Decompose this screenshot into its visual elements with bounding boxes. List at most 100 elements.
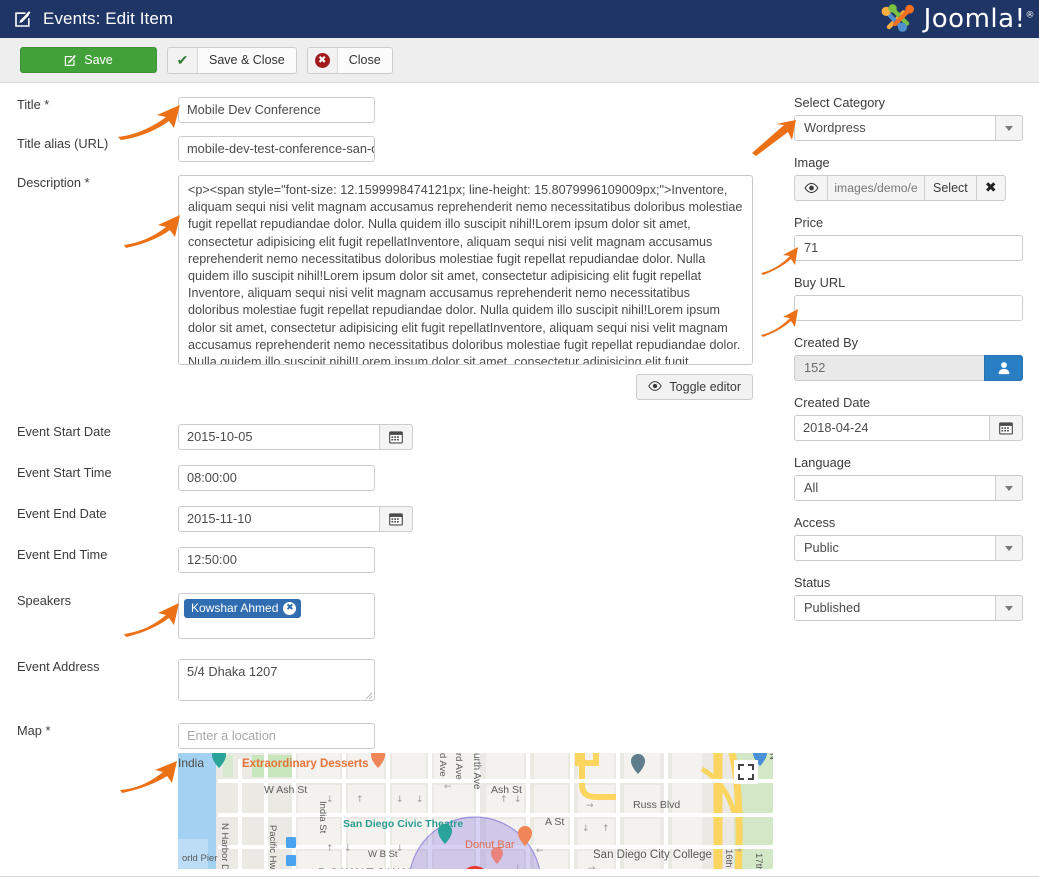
event-start-date-calendar-icon[interactable] <box>379 424 413 450</box>
language-select[interactable]: All <box>794 475 1023 501</box>
access-select[interactable]: Public <box>794 535 1023 561</box>
event-start-date-field[interactable]: 2015-10-05 <box>178 424 379 450</box>
svg-text:Donut Bar: Donut Bar <box>465 839 515 851</box>
svg-text:Pacific Hwy: Pacific Hwy <box>267 825 278 874</box>
created-date-calendar-icon[interactable] <box>989 415 1023 441</box>
save-button-label: Save <box>84 53 113 67</box>
field-row-event-end-time: Event End Time 12:50:00 <box>0 547 786 573</box>
close-button[interactable]: ✖ Close <box>306 46 393 74</box>
field-row-event-start-date: Event Start Date 2015-10-05 <box>0 424 786 450</box>
sidebar-group-category: Select Category Wordpress <box>794 95 1023 141</box>
event-start-time-field[interactable]: 08:00:00 <box>178 465 375 491</box>
chevron-down-icon[interactable] <box>995 115 1023 141</box>
image-clear-icon[interactable]: ✖ <box>975 175 1006 201</box>
status-select-value: Published <box>794 595 995 621</box>
svg-text:San Diego Civic Theatre: San Diego Civic Theatre <box>343 818 463 830</box>
event-end-date-label: Event End Date <box>17 506 107 521</box>
field-row-map: Map * Enter a location <box>0 723 786 749</box>
sidebar-group-access: Access Public <box>794 515 1023 561</box>
speakers-field[interactable]: Kowshar Ahmed ✖ <box>178 593 375 639</box>
category-label: Select Category <box>794 95 886 110</box>
alias-field[interactable]: mobile-dev-test-conference-san-die <box>178 136 375 162</box>
save-and-close-label: Save & Close <box>198 47 296 73</box>
field-row-event-start-time: Event Start Time 08:00:00 <box>0 465 786 491</box>
event-end-date-field[interactable]: 2015-11-10 <box>178 506 379 532</box>
svg-text:d Ave: d Ave <box>437 753 448 777</box>
svg-text:↑: ↑ <box>326 844 334 854</box>
chevron-down-icon[interactable] <box>995 595 1023 621</box>
svg-text:urth Ave: urth Ave <box>471 753 482 790</box>
user-icon <box>998 362 1009 375</box>
toggle-editor-button[interactable]: Toggle editor <box>636 374 753 400</box>
image-path-field[interactable]: images/demo/e <box>827 175 924 201</box>
description-field[interactable]: <p><span style="font-size: 12.1599998474… <box>178 175 753 365</box>
access-select-value: Public <box>794 535 995 561</box>
title-label: Title * <box>17 97 50 112</box>
close-button-label: Close <box>337 47 392 73</box>
field-row-event-address: Event Address 5/4 Dhaka 1207 <box>0 659 786 701</box>
svg-text:orld Pier: orld Pier <box>182 853 217 864</box>
svg-text:↑: ↑ <box>500 795 508 805</box>
status-select[interactable]: Published <box>794 595 1023 621</box>
created-by-field[interactable]: 152 <box>794 355 984 381</box>
image-select-button[interactable]: Select <box>924 175 976 201</box>
svg-text:↓: ↓ <box>396 795 404 805</box>
svg-text:W Ash St: W Ash St <box>264 784 307 796</box>
save-button[interactable]: Save <box>20 47 157 73</box>
field-row-title: Title * Mobile Dev Conference <box>0 97 786 123</box>
svg-text:Ash St: Ash St <box>491 784 522 796</box>
app-header: Events: Edit Item Joomla!® <box>0 0 1039 38</box>
svg-text:←: ← <box>536 846 544 856</box>
user-picker-button[interactable] <box>984 355 1023 381</box>
svg-text:↑: ↑ <box>602 824 610 834</box>
remove-speaker-icon[interactable]: ✖ <box>283 602 297 615</box>
svg-text:→: → <box>734 846 742 856</box>
edit-item-icon <box>14 10 32 28</box>
alias-label: Title alias (URL) <box>17 136 109 151</box>
event-end-date-calendar-icon[interactable] <box>379 506 413 532</box>
buy-url-field[interactable] <box>794 295 1023 321</box>
created-by-label: Created By <box>794 335 859 350</box>
sidebar-group-price: Price 71 <box>794 215 1023 261</box>
toggle-editor-row: Toggle editor <box>178 374 753 400</box>
svg-text:Russ Blvd: Russ Blvd <box>633 799 680 811</box>
sidebar-group-status: Status Published <box>794 575 1023 621</box>
chevron-down-icon[interactable] <box>995 475 1023 501</box>
map-preview[interactable]: ↓↑ ↓↓ ↑↓ ↑↓ ↓↓ ←→ ←↓ ↑→ → <box>178 753 773 877</box>
map-search-input[interactable]: Enter a location <box>178 723 375 749</box>
category-select-value: Wordpress <box>794 115 995 141</box>
chevron-down-icon[interactable] <box>995 535 1023 561</box>
sidebar-group-created-date: Created Date 2018-04-24 <box>794 395 1023 441</box>
title-field[interactable]: Mobile Dev Conference <box>178 97 375 123</box>
created-date-field[interactable]: 2018-04-24 <box>794 415 989 441</box>
svg-text:Extraordinary Desserts: Extraordinary Desserts <box>242 758 369 770</box>
eye-icon <box>648 380 663 394</box>
language-select-value: All <box>794 475 995 501</box>
image-label: Image <box>794 155 830 170</box>
access-label: Access <box>794 515 836 530</box>
check-icon: ✔ <box>168 47 198 73</box>
image-input-group: images/demo/e Select ✖ <box>794 175 1023 201</box>
page-title: Events: Edit Item <box>43 9 174 28</box>
speaker-tag[interactable]: Kowshar Ahmed ✖ <box>184 599 302 618</box>
field-row-speakers: Speakers Kowshar Ahmed ✖ <box>0 593 786 639</box>
created-by-input-group: 152 <box>794 355 1023 381</box>
image-preview-eye-icon[interactable] <box>794 175 827 201</box>
description-label: Description * <box>17 175 90 190</box>
svg-text:→: → <box>586 801 594 811</box>
save-and-close-button[interactable]: ✔ Save & Close <box>167 46 297 74</box>
map-label: Map * <box>17 723 51 738</box>
event-address-field[interactable]: 5/4 Dhaka 1207 <box>178 659 375 701</box>
price-field[interactable]: 71 <box>794 235 1023 261</box>
svg-text:↓: ↓ <box>582 824 590 834</box>
page-title-group: Events: Edit Item <box>14 9 173 29</box>
field-row-description: Description * <p><span style="font-size:… <box>0 175 786 400</box>
category-select[interactable]: Wordpress <box>794 115 1023 141</box>
svg-text:←: ← <box>444 782 452 792</box>
svg-text:A St: A St <box>545 816 564 828</box>
event-end-time-field[interactable]: 12:50:00 <box>178 547 375 573</box>
toggle-editor-label: Toggle editor <box>669 380 741 394</box>
event-start-date-label: Event Start Date <box>17 424 111 439</box>
status-label: Status <box>794 575 831 590</box>
price-label: Price <box>794 215 824 230</box>
